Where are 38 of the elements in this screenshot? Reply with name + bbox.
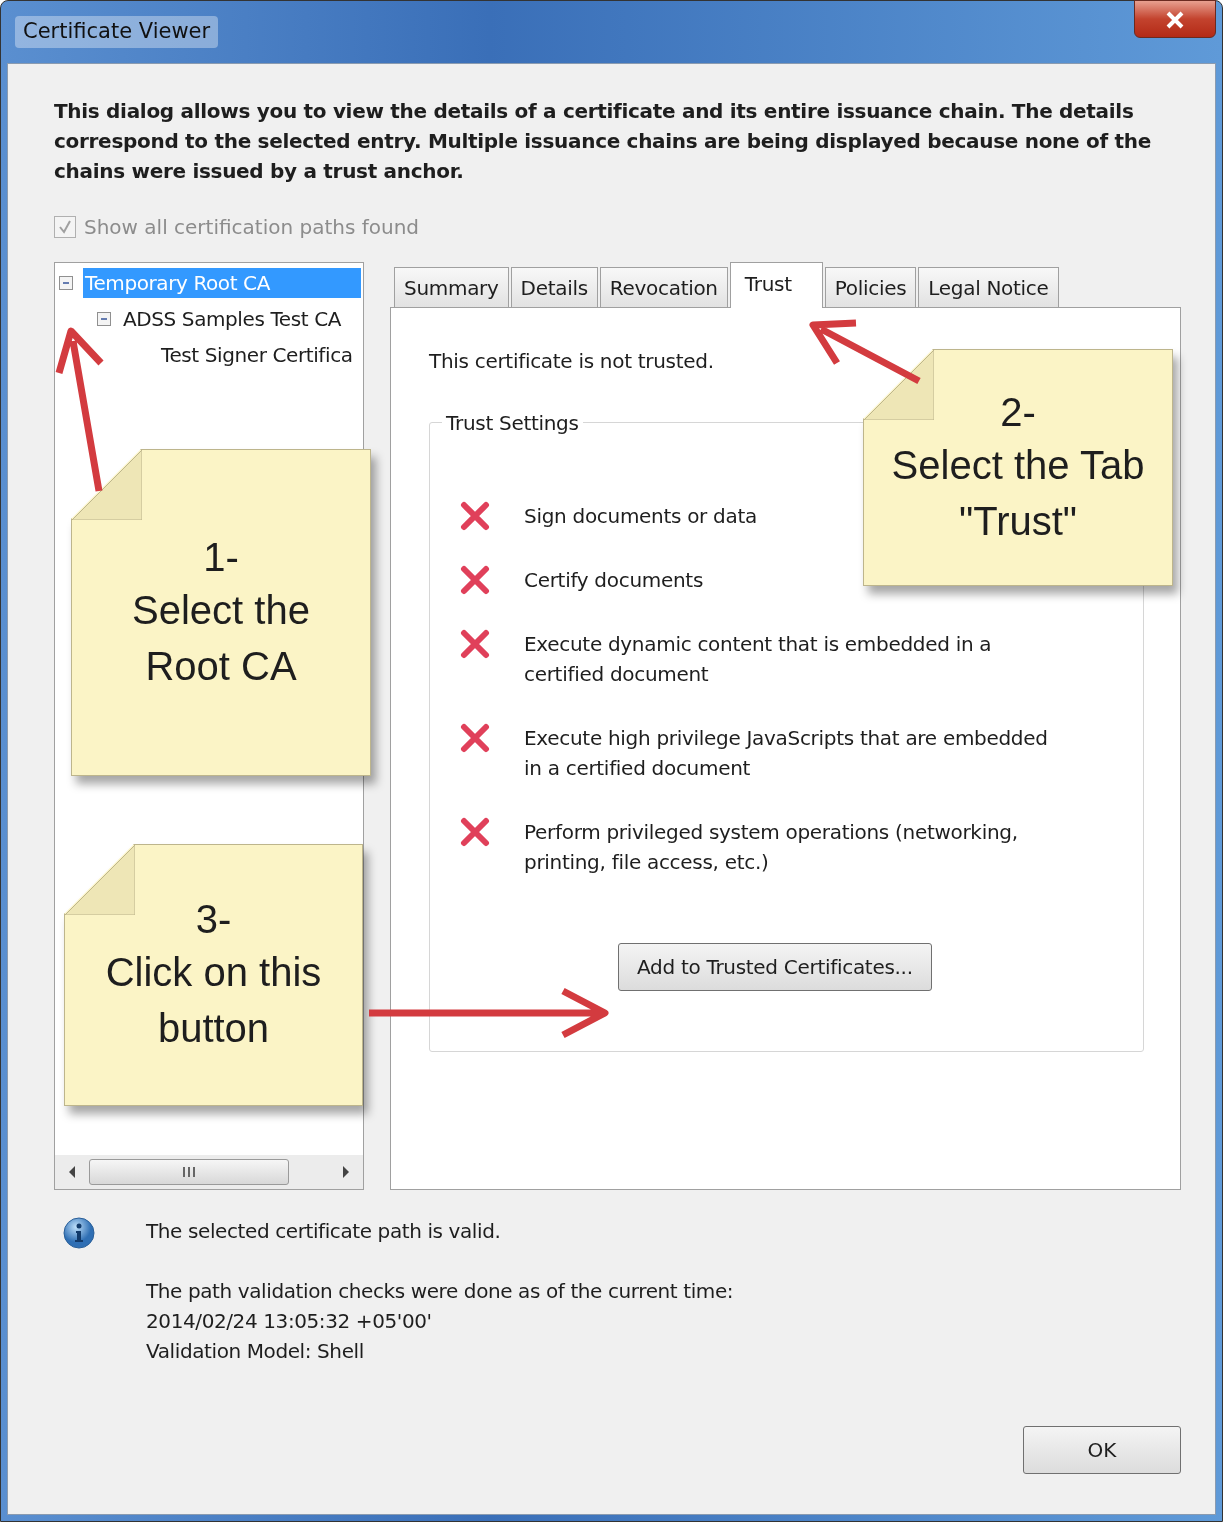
add-trusted-button[interactable]: Add to Trusted Certificates...: [618, 943, 932, 991]
trust-status: This certificate is not trusted.: [429, 348, 715, 375]
tab[interactable]: Revocation: [599, 267, 728, 307]
tab[interactable]: Legal Notice: [918, 267, 1059, 307]
setting-label: Execute high privilege JavaScripts that are embedded in a certified document: [524, 725, 1049, 782]
right-arrow-icon[interactable]: [341, 1165, 351, 1179]
callout-number: 1-: [203, 533, 239, 581]
setting-label: Execute dynamic content that is embedded in a certified document: [524, 631, 993, 688]
scrollbar[interactable]: [55, 1155, 363, 1189]
left-arrow-icon[interactable]: [67, 1165, 77, 1179]
collapse-icon[interactable]: [59, 276, 73, 290]
close-icon: [1165, 11, 1185, 29]
setting-label: Perform privileged system operations (networking, printing, file access, etc.): [524, 819, 1019, 876]
scrollbar-thumb[interactable]: [89, 1159, 289, 1185]
info-icon: [62, 1216, 96, 1250]
checkmark-icon: [57, 219, 73, 235]
ok-button[interactable]: OK: [1023, 1426, 1181, 1474]
checkbox-label: Show all certification paths found: [84, 214, 420, 241]
setting-label: Sign documents or data: [524, 503, 757, 530]
grip-icon: [181, 1166, 197, 1178]
window-title: Certificate Viewer: [15, 16, 219, 48]
callout-text: Select the Root CA: [132, 586, 310, 690]
tree-item[interactable]: ADSS Samples Test CA: [121, 304, 343, 334]
callout-text: Select the Tab "Trust": [891, 441, 1145, 545]
tab[interactable]: Trust: [729, 262, 823, 308]
tab[interactable]: Details: [510, 267, 598, 307]
callout-number: 2-: [1000, 388, 1036, 436]
collapse-icon[interactable]: [97, 312, 111, 326]
validation-details: The path validation checks were done as of the current time: 2014/02/24 13:05:32 +05'00' Validation Model: Shell: [146, 1278, 734, 1365]
setting-label: Certify documents: [524, 567, 703, 594]
intro-text: This dialog allows you to view the details of a certificate and its entire issuance chain. The details correspond to the selected entry. Multiple issuance chains are being displayed because none of the chains were issued by a trust anchor.: [54, 98, 1152, 185]
callout-text: Click on this button: [105, 949, 322, 1052]
tab[interactable]: Policies: [824, 267, 917, 307]
callout-number: 3-: [195, 896, 232, 943]
tab[interactable]: Summary: [394, 267, 509, 307]
tree-item[interactable]: Test Signer Certifica: [159, 340, 355, 370]
validation-status: The selected certificate path is valid.: [146, 1218, 502, 1245]
close-button[interactable]: [1134, 0, 1216, 38]
